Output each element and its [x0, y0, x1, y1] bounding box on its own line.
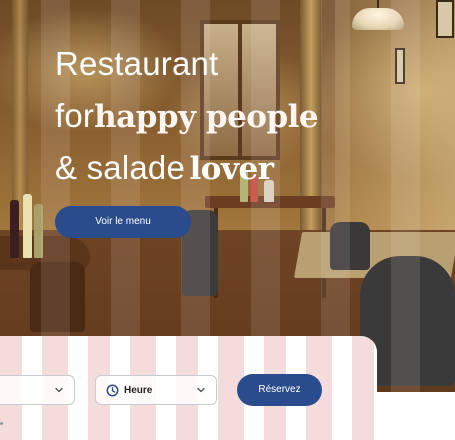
- view-menu-button[interactable]: Voir le menu: [55, 206, 191, 238]
- decorative-dot: [0, 422, 3, 425]
- bottle: [10, 200, 19, 258]
- bottle: [23, 194, 32, 258]
- headline-line-2: forhappy people: [55, 96, 319, 148]
- bottle: [34, 204, 43, 258]
- headline-line-3: & salade lover: [55, 148, 318, 200]
- chevron-down-icon: [197, 387, 205, 393]
- chair: [330, 222, 370, 270]
- wall-frame: [436, 0, 454, 38]
- headline-word: for: [55, 97, 95, 134]
- hour-select-value: Heure: [124, 384, 153, 396]
- hour-select[interactable]: Heure: [95, 375, 217, 405]
- reserve-button[interactable]: Réservez: [237, 374, 322, 406]
- hero-headline: Restaurant forhappy people & salade love…: [55, 44, 319, 200]
- wall-frame: [395, 48, 405, 84]
- chair: [30, 262, 85, 332]
- headline-word: Restaurant: [55, 45, 219, 82]
- headline-emphasis: happy people: [94, 99, 319, 135]
- ceiling-lamp: [352, 8, 404, 30]
- booking-bar-background: [377, 392, 455, 440]
- headline-emphasis: lover: [189, 151, 274, 187]
- headline-line-1: Restaurant: [55, 44, 318, 96]
- clock-icon: [106, 384, 119, 396]
- chevron-down-icon: [55, 387, 63, 393]
- headline-word: & salade: [55, 149, 186, 186]
- date-select[interactable]: [0, 375, 75, 405]
